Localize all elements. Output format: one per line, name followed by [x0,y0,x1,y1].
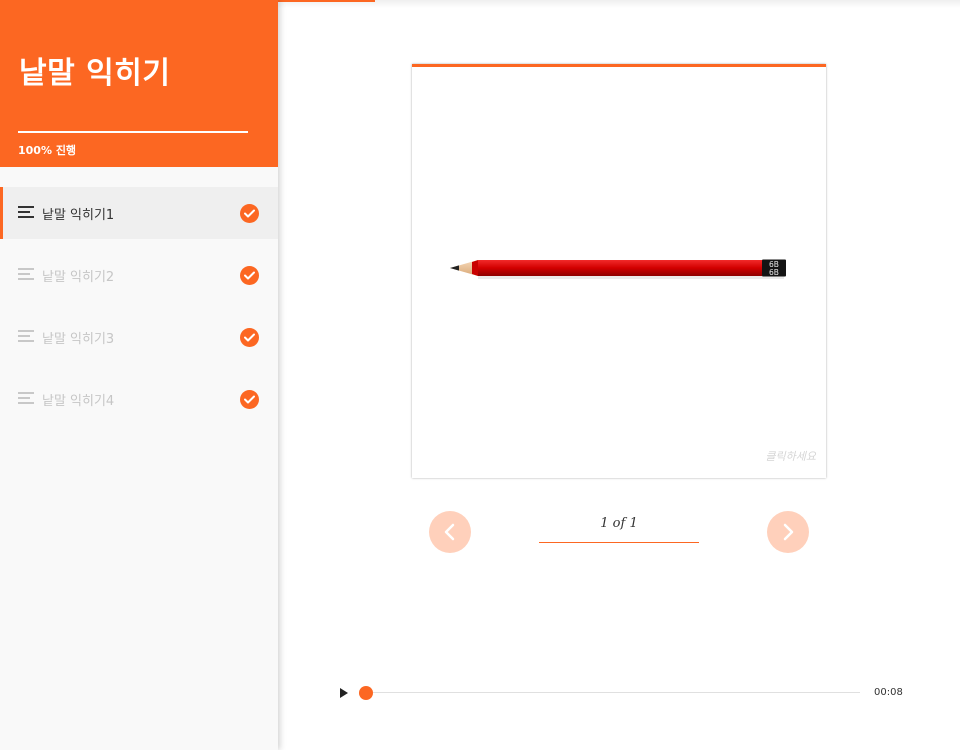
play-icon [340,688,348,698]
chevron-right-icon [783,523,794,541]
check-circle-icon [240,204,259,223]
check-circle-icon [240,390,259,409]
sidebar-header: 낱말 익히기 100% 진행 [0,0,278,167]
card-accent-bar [412,64,826,67]
previous-button[interactable] [429,511,471,553]
course-title: 낱말 익히기 [19,56,171,91]
next-button[interactable] [767,511,809,553]
course-progress-fill [18,131,248,133]
audio-seek-handle[interactable] [359,686,373,700]
course-progress-bar [18,131,248,133]
audio-time: 00:08 [874,687,903,698]
course-progress-label: 100% 진행 [18,144,77,157]
pencil-image: 6B 6B [450,259,786,279]
audio-seek-track[interactable] [366,692,860,693]
menu-lines-icon [18,392,34,404]
lesson-item-4[interactable]: 낱말 익히기4 [0,373,278,425]
page-counter: 1 of 1 [600,516,638,531]
card-hint: 클릭하세요 [765,450,816,463]
lesson-item-1[interactable]: 낱말 익히기1 [0,187,278,239]
flashcard[interactable]: 6B 6B 클릭하세요 [412,64,826,478]
menu-lines-icon [18,330,34,342]
menu-lines-icon [18,206,34,218]
play-button[interactable] [336,685,352,701]
lesson-label: 낱말 익히기1 [42,208,115,223]
lesson-list: 낱말 익히기1 낱말 익히기2 낱말 익히기3 낱말 익히기4 [0,187,278,435]
lesson-label: 낱말 익히기2 [42,270,115,285]
sidebar: 낱말 익히기 100% 진행 낱말 익히기1 낱말 익히기2 낱말 익히기3 낱… [0,0,278,750]
lesson-label: 낱말 익히기3 [42,332,115,347]
page-counter-underline [539,542,699,543]
menu-lines-icon [18,268,34,280]
pencil-grade-bottom: 6B [769,268,779,277]
top-progress-fill [278,0,375,2]
check-circle-icon [240,266,259,285]
lesson-label: 낱말 익히기4 [42,394,115,409]
check-circle-icon [240,328,259,347]
lesson-item-3[interactable]: 낱말 익히기3 [0,311,278,363]
chevron-left-icon [444,523,455,541]
lesson-item-2[interactable]: 낱말 익히기2 [0,249,278,301]
top-progress-strip [278,0,960,8]
